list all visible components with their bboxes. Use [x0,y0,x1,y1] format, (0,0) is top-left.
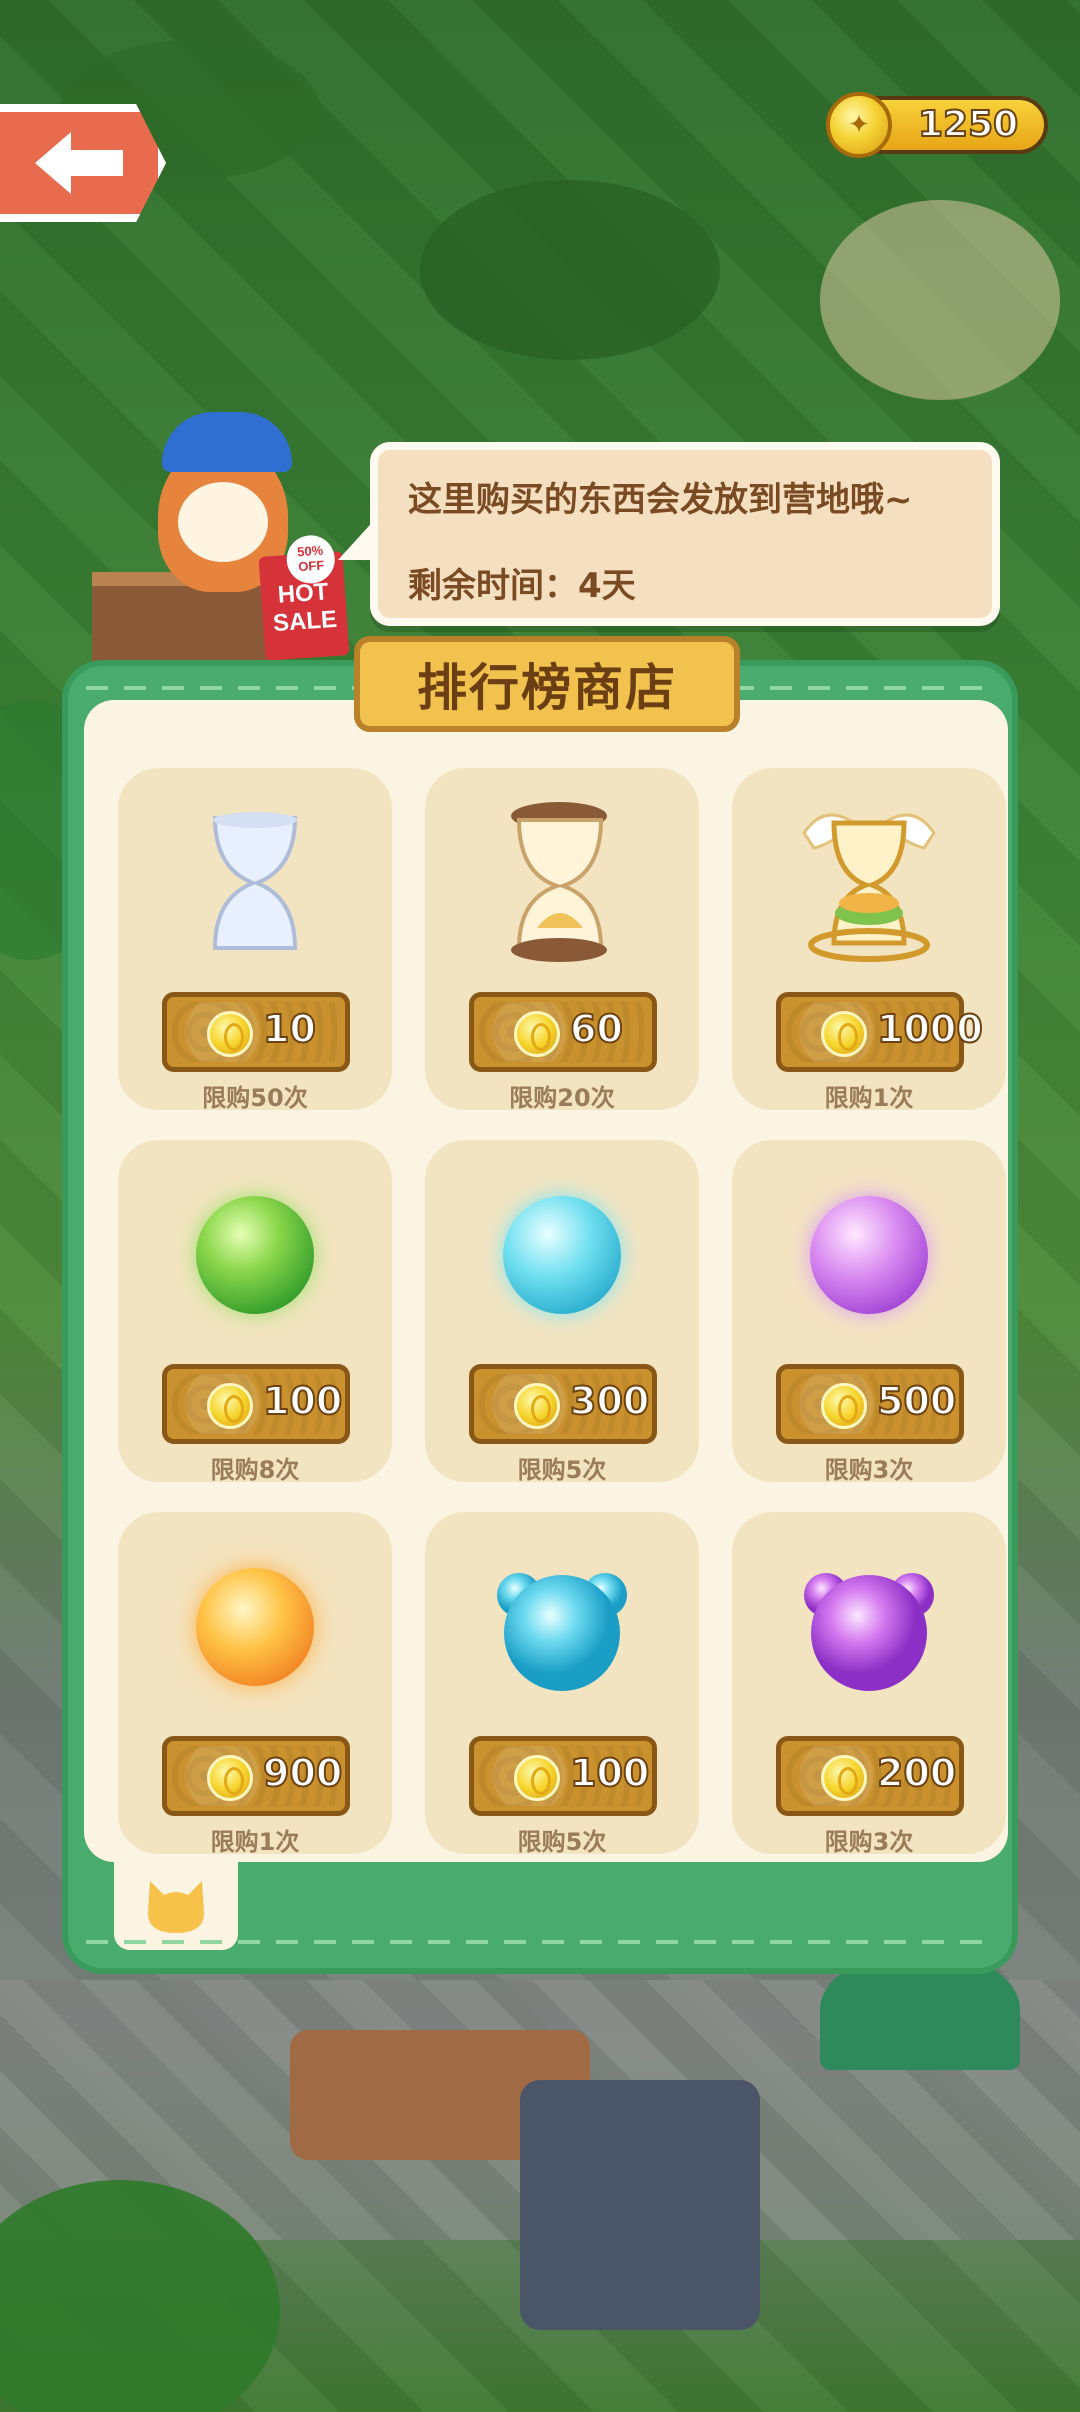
item-price: 200 [876,1750,957,1796]
green-orb-icon [170,1170,340,1340]
shop-item-card[interactable]: 100 限购5次 [425,1512,699,1856]
dog-face [178,482,268,562]
blue-bear-orb-icon [477,1542,647,1712]
buy-button[interactable]: 100 [162,1364,350,1444]
fire-orb-icon [170,1542,340,1712]
item-price: 500 [876,1378,957,1424]
coin-icon [514,1011,560,1057]
buy-button[interactable]: 10 [162,992,350,1072]
shop-item-card[interactable]: 100 限购8次 [118,1140,392,1484]
arrow-left-icon [35,132,123,194]
shop-title-plate: 排行榜商店 [354,636,740,732]
hot-sale-sign: 50% OFF HOT SALE [258,533,350,661]
purchase-limit: 限购3次 [824,1828,914,1856]
coin-balance: ✦ 1250 [826,92,1048,158]
buy-button[interactable]: 900 [162,1736,350,1816]
purchase-limit: 限购20次 [509,1084,615,1112]
remaining-time: 剩余时间：4天 [408,566,636,606]
shop-item-card[interactable]: 10 限购50次 [118,768,392,1112]
buy-button[interactable]: 200 [776,1736,964,1816]
coin-icon [514,1755,560,1801]
speech-bubble: 这里购买的东西会发放到营地哦~ 剩余时间：4天 [370,442,1000,626]
purchase-limit: 限购3次 [824,1456,914,1484]
item-price: 10 [262,1006,317,1052]
shop-item-card[interactable]: 200 限购3次 [732,1512,1006,1856]
hot-sale-text: HOT SALE [272,578,338,638]
shop-item-card[interactable]: 300 限购5次 [425,1140,699,1484]
shop-item-card[interactable]: 500 限购3次 [732,1140,1006,1484]
item-price: 100 [262,1378,343,1424]
shop-item-area: 10 限购50次 60 限购20次 1000 限购1次 100 限购8次 300… [84,700,1008,1862]
purchase-limit: 限购1次 [824,1084,914,1112]
coin-icon [821,1011,867,1057]
item-price: 300 [569,1378,650,1424]
coin-icon [207,1011,253,1057]
coin-icon [821,1383,867,1429]
hourglass-medium-icon [477,798,647,968]
coin-icon [207,1755,253,1801]
shop-item-card[interactable]: 900 限购1次 [118,1512,392,1856]
cat-head-icon [148,1881,204,1933]
buy-button[interactable]: 60 [469,992,657,1072]
blue-cap-icon [162,412,292,472]
bubble-message: 这里购买的东西会发放到营地哦~ [408,480,913,520]
purple-bear-orb-icon [784,1542,954,1712]
cyan-orb-icon [477,1170,647,1340]
purple-orb-icon [784,1170,954,1340]
buy-button[interactable]: 300 [469,1364,657,1444]
purchase-limit: 限购5次 [517,1828,607,1856]
coin-balance-value: 1250 [917,103,1019,146]
item-price: 100 [569,1750,650,1796]
hourglass-winged-icon [784,798,954,968]
purchase-limit: 限购50次 [202,1084,308,1112]
leaderboard-shop-panel: 10 限购50次 60 限购20次 1000 限购1次 100 限购8次 300… [62,636,1018,1974]
panel-dashed-line-bottom [86,1940,994,1944]
shop-item-card[interactable]: 60 限购20次 [425,768,699,1112]
back-button[interactable] [0,104,166,222]
buy-button[interactable]: 500 [776,1364,964,1444]
coin-icon [207,1383,253,1429]
coin-icon [821,1755,867,1801]
item-price: 900 [262,1750,343,1796]
shop-item-card[interactable]: 1000 限购1次 [732,768,1006,1112]
purchase-limit: 限购5次 [517,1456,607,1484]
shop-item-grid: 10 限购50次 60 限购20次 1000 限购1次 100 限购8次 300… [118,768,1006,1856]
coin-icon [514,1383,560,1429]
purchase-limit: 限购1次 [210,1828,300,1856]
shop-title: 排行榜商店 [417,659,677,717]
coin-icon: ✦ [826,92,892,158]
buy-button[interactable]: 1000 [776,992,984,1072]
buy-button[interactable]: 100 [469,1736,657,1816]
item-price: 1000 [876,1006,984,1052]
hourglass-small-icon [170,798,340,968]
item-price: 60 [569,1006,624,1052]
tab-cat[interactable] [114,1862,238,1950]
purchase-limit: 限购8次 [210,1456,300,1484]
